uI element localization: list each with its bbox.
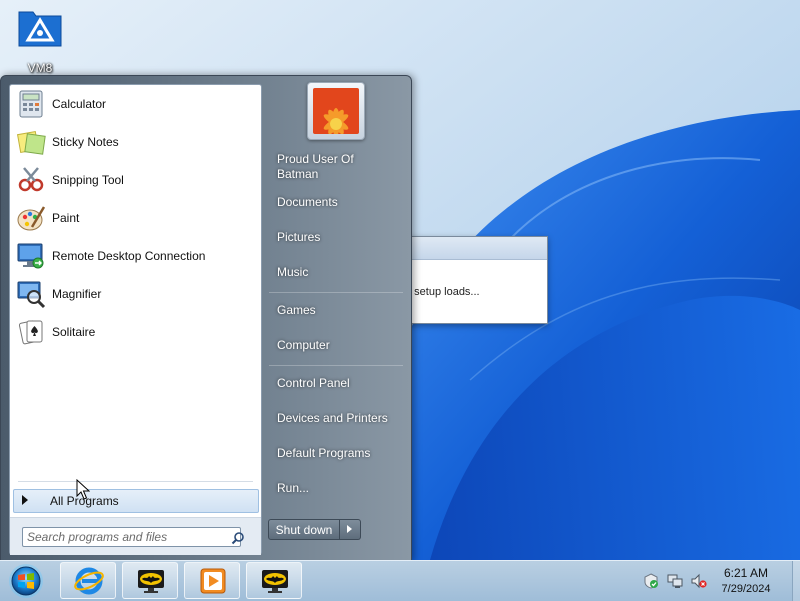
computer-link[interactable]: Computer [277, 338, 330, 353]
taskbar-button-batman-app-2[interactable] [246, 562, 302, 599]
shutdown-button[interactable]: Shut down [268, 519, 340, 540]
taskbar-button-internet-explorer[interactable] [60, 562, 116, 599]
user-picture[interactable] [307, 82, 365, 140]
volume-muted-icon[interactable] [691, 573, 707, 589]
pinned-programs-list: Calculator Sticky Notes Snipping Tool Pa… [10, 85, 261, 351]
batman-app-icon [262, 570, 288, 593]
program-item-solitaire[interactable]: Solitaire [10, 313, 261, 351]
search-input[interactable] [22, 527, 241, 547]
flower-avatar-icon [313, 88, 359, 134]
internet-explorer-icon [74, 567, 104, 595]
program-label: Calculator [52, 97, 107, 111]
devices-and-printers-link[interactable]: Devices and Printers [277, 411, 388, 426]
run-link[interactable]: Run... [277, 481, 309, 496]
pictures-link[interactable]: Pictures [277, 230, 320, 245]
media-player-icon [200, 568, 226, 594]
music-link[interactable]: Music [277, 265, 308, 280]
program-label: Snipping Tool [52, 173, 124, 187]
paint-icon [17, 206, 46, 231]
program-item-calculator[interactable]: Calculator [10, 85, 261, 123]
dialog-title-bar[interactable] [401, 237, 547, 260]
clock-time[interactable]: 6:21 AM [706, 566, 786, 580]
snipping-tool-icon [18, 167, 44, 192]
magnifier-icon [17, 281, 46, 309]
taskbar-button-batman-app[interactable] [122, 562, 178, 599]
user-name-link[interactable]: Proud User Of Batman [277, 152, 387, 182]
program-label: Remote Desktop Connection [52, 249, 206, 263]
search-icon[interactable] [231, 531, 245, 545]
mouse-cursor-icon [76, 479, 90, 500]
sticky-notes-icon [16, 130, 46, 155]
start-button[interactable] [4, 562, 48, 600]
right-pane-separator [269, 365, 403, 366]
games-link[interactable]: Games [277, 303, 316, 318]
desktop-icon-label: VM8 [27, 61, 53, 75]
program-label: Solitaire [52, 325, 96, 339]
program-label: Sticky Notes [52, 135, 119, 149]
right-pane-separator [269, 292, 403, 293]
programs-separator [18, 481, 253, 482]
search-area [10, 517, 261, 555]
vm8-logo-icon [18, 11, 62, 47]
setup-dialog[interactable]: e setup loads... [400, 236, 548, 324]
taskbar-button-media-player[interactable] [184, 562, 240, 599]
network-icon[interactable] [667, 573, 683, 589]
all-programs-button[interactable]: All Programs [13, 489, 259, 513]
action-center-icon[interactable] [643, 573, 659, 589]
show-desktop-button[interactable] [792, 561, 800, 601]
start-menu-programs-pane: Calculator Sticky Notes Snipping Tool Pa… [9, 84, 262, 555]
control-panel-link[interactable]: Control Panel [277, 376, 350, 391]
clock-date[interactable]: 7/29/2024 [706, 583, 786, 595]
calculator-icon [19, 90, 43, 118]
taskbar: 6:21 AM 7/29/2024 [0, 560, 800, 601]
program-label: Paint [52, 211, 80, 225]
program-item-snipping-tool[interactable]: Snipping Tool [10, 161, 261, 199]
batman-app-icon [138, 570, 164, 593]
chevron-right-icon [22, 495, 28, 505]
desktop-icon-vm8[interactable]: VM8 [10, 6, 70, 78]
start-menu: Calculator Sticky Notes Snipping Tool Pa… [0, 75, 412, 562]
default-programs-link[interactable]: Default Programs [277, 446, 370, 461]
program-item-remote-desktop[interactable]: Remote Desktop Connection [10, 237, 261, 275]
program-item-magnifier[interactable]: Magnifier [10, 275, 261, 313]
remote-desktop-icon [17, 243, 44, 269]
program-item-paint[interactable]: Paint [10, 199, 261, 237]
program-label: Magnifier [52, 287, 102, 301]
solitaire-icon [18, 320, 43, 345]
program-item-sticky-notes[interactable]: Sticky Notes [10, 123, 261, 161]
dialog-message: e setup loads... [405, 286, 480, 298]
documents-link[interactable]: Documents [277, 195, 338, 210]
shutdown-options-button[interactable] [340, 519, 361, 540]
